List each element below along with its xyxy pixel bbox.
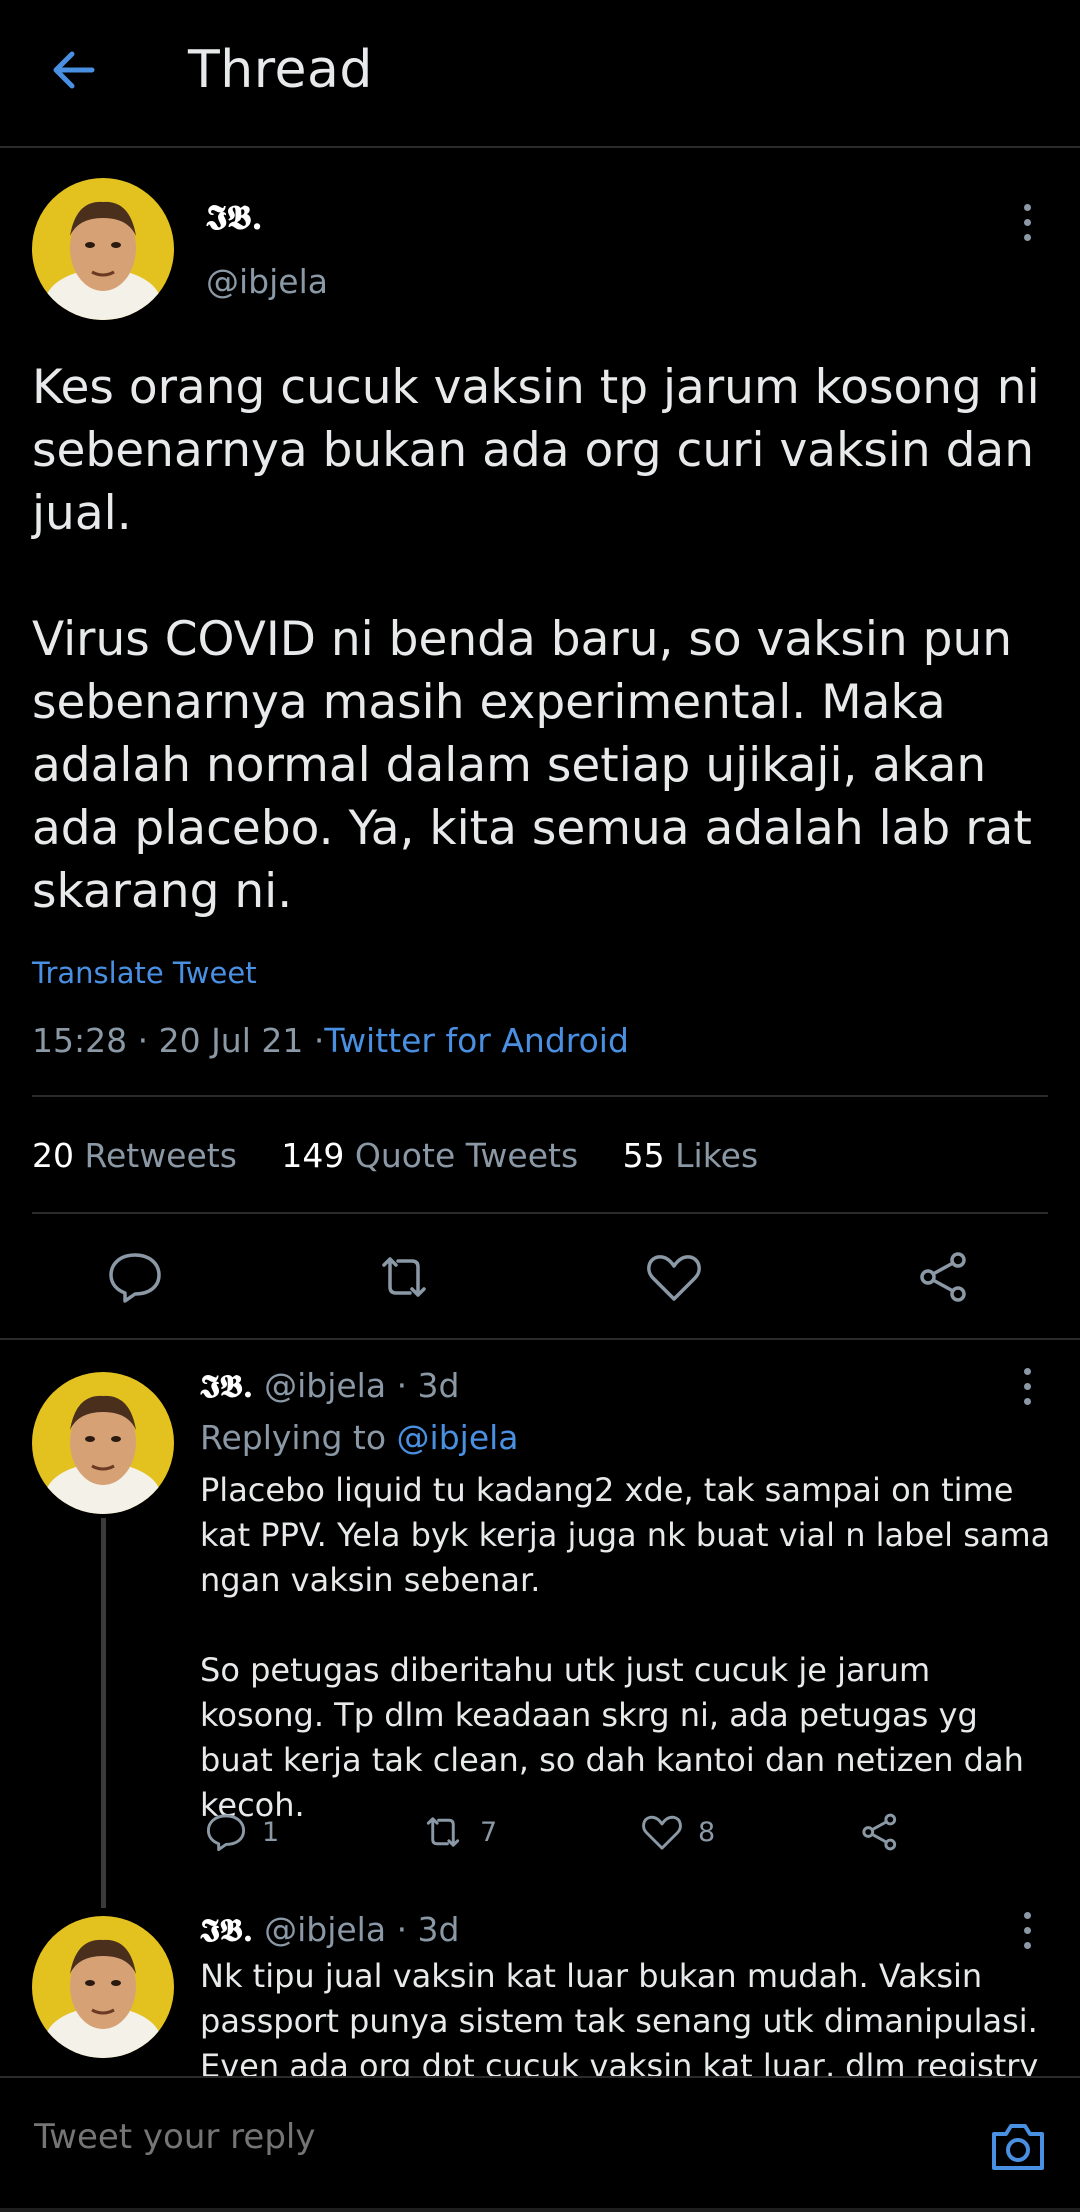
share-icon[interactable] bbox=[914, 1247, 974, 1307]
reply-header: 𝕴𝕭. @ibjela · 3d bbox=[200, 1366, 460, 1405]
tweet-meta: 15:28 · 20 Jul 21 ·Twitter for Android bbox=[32, 1021, 629, 1060]
reply-bar bbox=[0, 2076, 1080, 2212]
divider bbox=[32, 1095, 1048, 1097]
thread-connector bbox=[101, 1518, 106, 1908]
tweet-reply-input[interactable] bbox=[32, 2116, 936, 2158]
avatar[interactable] bbox=[32, 1372, 174, 1514]
replying-to: Replying to @ibjela bbox=[200, 1418, 519, 1457]
replying-to-link[interactable]: @ibjela bbox=[397, 1418, 519, 1457]
arrow-left-icon[interactable] bbox=[44, 40, 104, 100]
translate-tweet-link[interactable]: Translate Tweet bbox=[32, 956, 257, 990]
author-handle[interactable]: @ibjela bbox=[264, 1366, 386, 1405]
like-count: 8 bbox=[698, 1816, 716, 1848]
avatar[interactable] bbox=[32, 1916, 174, 2058]
divider bbox=[32, 1212, 1048, 1214]
reply-button[interactable]: 1 bbox=[204, 1810, 279, 1854]
tweet-date: 20 Jul 21 bbox=[158, 1021, 304, 1060]
like-icon[interactable] bbox=[644, 1247, 704, 1307]
retweets-stat[interactable]: 20 Retweets bbox=[32, 1136, 237, 1175]
reply-text: Placebo liquid tu kadang2 xde, tak sampa… bbox=[200, 1471, 1051, 1824]
tweet-source-link[interactable]: Twitter for Android bbox=[324, 1021, 629, 1060]
page-title: Thread bbox=[188, 40, 373, 100]
reply-time: 3d bbox=[417, 1366, 460, 1405]
share-icon[interactable] bbox=[858, 1810, 902, 1854]
reply-time: 3d bbox=[417, 1910, 460, 1949]
quote-tweets-stat[interactable]: 149 Quote Tweets bbox=[281, 1136, 578, 1175]
avatar[interactable] bbox=[32, 178, 174, 320]
reply-count: 1 bbox=[262, 1816, 280, 1848]
tweet-text: Kes orang cucuk vaksin tp jarum kosong n… bbox=[32, 360, 1040, 919]
retweet-button[interactable]: 7 bbox=[420, 1810, 497, 1854]
likes-stat[interactable]: 55 Likes bbox=[623, 1136, 758, 1175]
author-handle[interactable]: @ibjela bbox=[206, 262, 328, 301]
app-header: Thread bbox=[0, 0, 1080, 148]
author-name[interactable]: 𝕴𝕭. bbox=[200, 1367, 254, 1405]
divider bbox=[0, 1338, 1080, 1340]
reply-header: 𝕴𝕭. @ibjela · 3d bbox=[200, 1910, 460, 1949]
retweet-count: 7 bbox=[480, 1816, 498, 1848]
divider bbox=[0, 2208, 1080, 2212]
author-handle[interactable]: @ibjela bbox=[264, 1910, 386, 1949]
camera-icon[interactable] bbox=[988, 2118, 1048, 2174]
tweet-time: 15:28 bbox=[32, 1021, 128, 1060]
tweet-stats: 20 Retweets 149 Quote Tweets 55 Likes bbox=[32, 1136, 758, 1175]
like-button[interactable]: 8 bbox=[640, 1810, 715, 1854]
reply-icon[interactable] bbox=[105, 1247, 165, 1307]
retweet-icon[interactable] bbox=[374, 1247, 434, 1307]
more-options-icon[interactable] bbox=[1012, 204, 1042, 254]
author-name[interactable]: 𝕴𝕭. bbox=[200, 1911, 254, 1949]
author-name[interactable]: 𝕴𝕭. bbox=[206, 198, 263, 238]
reply-text: Nk tipu jual vaksin kat luar bukan mudah… bbox=[200, 1957, 1039, 2085]
more-options-icon[interactable] bbox=[1012, 1368, 1042, 1418]
